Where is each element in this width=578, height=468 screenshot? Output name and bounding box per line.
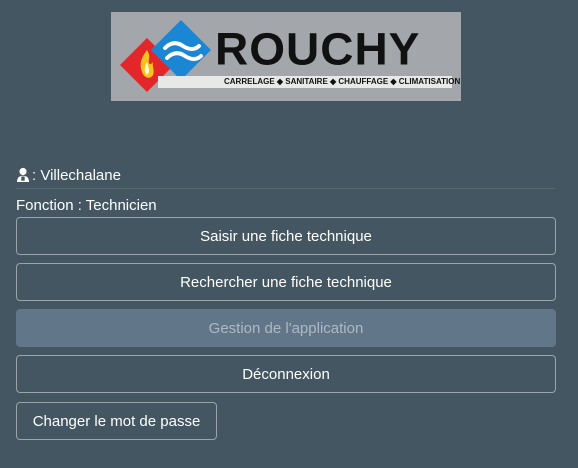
saisir-fiche-button[interactable]: Saisir une fiche technique	[16, 217, 556, 255]
changer-mot-de-passe-button[interactable]: Changer le mot de passe	[16, 402, 217, 440]
company-logo: ROUCHY CARRELAGE ◆ SANITAIRE ◆ CHAUFFAGE…	[111, 12, 461, 101]
logo-tagline: CARRELAGE ◆ SANITAIRE ◆ CHAUFFAGE ◆ CLIM…	[158, 76, 460, 88]
user-function: Fonction : Technicien	[16, 197, 157, 214]
gestion-application-button[interactable]: Gestion de l'application	[16, 309, 556, 347]
user-info: : Villechalane	[16, 162, 555, 189]
rechercher-fiche-button[interactable]: Rechercher une fiche technique	[16, 263, 556, 301]
user-icon	[16, 167, 30, 183]
user-name: : Villechalane	[32, 166, 121, 184]
deconnexion-button[interactable]: Déconnexion	[16, 355, 556, 393]
logo-brand-name: ROUCHY	[215, 23, 421, 75]
